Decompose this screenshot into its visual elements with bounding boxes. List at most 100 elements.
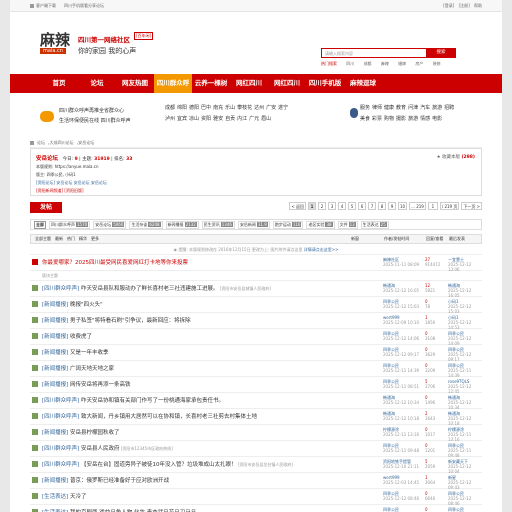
nav-item-forum[interactable]: 论坛	[78, 74, 116, 93]
category-tab[interactable]: 生活表达 25	[360, 220, 389, 229]
city-link[interactable]: 美食	[360, 116, 370, 122]
page-link[interactable]: 1	[308, 202, 317, 210]
page-link[interactable]: 7	[368, 202, 377, 210]
mobile-link[interactable]: 四川手机版看分享论坛	[64, 3, 104, 9]
page-link[interactable]: ... 219	[409, 202, 426, 210]
city-link[interactable]: 南充	[213, 105, 223, 111]
city-link[interactable]: 凉山	[189, 116, 199, 122]
city-link[interactable]: 绵阳	[177, 105, 187, 111]
thread-category[interactable]: [新闻播报]	[42, 478, 68, 484]
nav-item-influencer[interactable]: 网红四川	[230, 74, 268, 93]
voice-promo[interactable]: 四川群众呼声再推全省群众心 生活环保便民在线 四川群众呼声	[40, 106, 131, 126]
hot-link[interactable]: 四川	[346, 61, 354, 66]
nav-item-photos[interactable]: 网友热图	[116, 74, 154, 93]
breadcrumb-item[interactable]: 安岳论坛	[78, 140, 94, 146]
city-link[interactable]: 电影	[432, 116, 442, 122]
thread-category[interactable]: [四川群众呼声]	[42, 414, 79, 420]
hot-link[interactable]: 麻辣	[381, 61, 389, 66]
city-link[interactable]: 招聘	[444, 105, 454, 111]
city-link[interactable]: 巴中	[201, 105, 211, 111]
city-link[interactable]: 眉山	[261, 116, 271, 122]
city-link[interactable]: 问津	[408, 105, 418, 111]
city-link[interactable]: 汽车	[420, 105, 430, 111]
page-link[interactable]: 3	[328, 202, 337, 210]
thread-category[interactable]: [新闻播报]	[42, 366, 68, 372]
thread-title[interactable]: 【安岳在台】固道旁异子被徒10年没入管？垃圾堆成山太扎眼！	[79, 462, 237, 468]
city-link[interactable]: 健康	[384, 105, 394, 111]
home-icon[interactable]	[30, 141, 34, 145]
thread-row[interactable]: [新闻播报] 晚报"四火头" 四季公民 2025-12-12 15:03 0 78 小码1…	[30, 297, 482, 314]
hot-link[interactable]: 装修	[433, 61, 441, 66]
city-link[interactable]: 攀枝花	[237, 105, 252, 111]
thread-row[interactable]: [新闻播报] 男子私签"将特看石刷"引争议，最新回应：将拆除 wert999 202…	[30, 313, 482, 330]
city-link[interactable]: 宜宾	[177, 116, 187, 122]
thread-row[interactable]: [新闻播报] 普京：俄罗斯已经准备好于应对欧洲开战 wert999 2025-12-…	[30, 473, 482, 490]
category-tab[interactable]: 老区实验 38	[306, 220, 335, 229]
filter-digest[interactable]: 精华	[79, 236, 87, 242]
register-link[interactable]: [注册]	[459, 3, 470, 8]
category-tab[interactable]: 新闻播报 2132	[165, 220, 199, 229]
city-link[interactable]: 彩票	[372, 116, 382, 122]
hot-link[interactable]: 热门搜索	[321, 61, 337, 66]
thread-row[interactable]: [新闻播报] 网传安岳将再添一条高铁 四季公民 2025-12-11 08:51 5 3…	[30, 377, 482, 394]
city-link[interactable]: 德阳	[189, 105, 199, 111]
city-link[interactable]: 广元	[249, 116, 259, 122]
nav-item-tree[interactable]: 云养一棵树	[192, 74, 230, 93]
thread-category[interactable]: [四川群众呼声]	[42, 462, 79, 468]
thread-row[interactable]: [生活表达] 我的京剧两 戏曲旦角人物 化妆 青衣武旦花旦刀马旦 四季公民2025…	[30, 505, 482, 512]
city-link[interactable]: 内江	[237, 116, 247, 122]
city-link[interactable]: 资阳	[201, 116, 211, 122]
filter-more[interactable]: 更多	[91, 236, 99, 242]
hot-link[interactable]: 婚嫁	[398, 61, 406, 66]
category-tab[interactable]: 民生资讯 1346	[201, 220, 235, 229]
thread-row[interactable]: [新闻播报] 收费虎了 四季公民 2025-12-12 14:06 0 3108 四季公民…	[30, 329, 482, 346]
new-window-toggle[interactable]: 新窗	[351, 236, 359, 242]
login-link[interactable]: [登录]	[443, 3, 454, 8]
city-link[interactable]: 教育	[396, 105, 406, 111]
favorite-button[interactable]: ★ 收藏本版 (298)	[437, 154, 475, 160]
thread-category[interactable]: [新闻播报]	[42, 302, 68, 308]
thread-title[interactable]: 男子私签"将特看石刷"引争议，最新回应：将拆除	[68, 318, 191, 324]
thread-row[interactable]: [四川群众呼声] 咋天安岳县队和服动办了鲜长喜村老三社违建施工进展。 [资阳市安…	[30, 281, 482, 298]
category-tab[interactable]: 四川群众呼声 1570	[49, 220, 91, 229]
city-link[interactable]: 雅安	[213, 116, 223, 122]
category-tab[interactable]: 文件 13	[337, 220, 358, 229]
nav-item-mobile[interactable]: 四川手机版	[306, 74, 344, 93]
category-tab[interactable]: 生活杂谈 6208	[129, 220, 163, 229]
city-link[interactable]: 泸州	[165, 116, 175, 122]
hot-link[interactable]: 成都	[364, 61, 372, 66]
thread-category[interactable]: [新闻播报]	[42, 382, 68, 388]
thread-category[interactable]: [四川群众呼声]	[42, 446, 79, 452]
city-link[interactable]: 达州	[254, 105, 264, 111]
thread-row[interactable]: [新闻播报] 又是一年丰收季 四季公民 2025-12-12 09:17 0 3629 四…	[30, 345, 482, 362]
search-input[interactable]: 请输入搜索内容	[321, 48, 426, 58]
nav-item-voice[interactable]: 四川群众呼声	[154, 74, 192, 106]
thread-category[interactable]: [新闻播报]	[42, 318, 68, 324]
city-link[interactable]: 广安	[266, 105, 276, 111]
page-link[interactable]: 5	[348, 202, 357, 210]
city-link[interactable]: 遂宁	[278, 105, 288, 111]
prev-page-button[interactable]: < 返回	[289, 202, 307, 210]
page-link[interactable]: 8	[378, 202, 387, 210]
category-tab[interactable]: 全部	[34, 220, 46, 229]
thread-title[interactable]: 网传安岳将再添一条高铁	[68, 382, 131, 388]
thread-title[interactable]: 天冷了	[68, 494, 87, 500]
category-tab[interactable]: 跑步运动 116	[272, 220, 304, 229]
city-link[interactable]: 旅游	[408, 116, 418, 122]
thread-row[interactable]: [新闻播报] 广阔天地天地之家 四季公民 2025-12-11 14:39 0 3209…	[30, 361, 482, 378]
city-link[interactable]: 律师	[372, 105, 382, 111]
thread-row[interactable]: [生活表达] 天冷了 四季公民 2025-12-12 08:46 0 6646 四季公民 2…	[30, 489, 482, 506]
thread-title[interactable]: 咋天安岳协和镇有关部门作写了一份桃通海家承包责任书。	[79, 398, 224, 404]
city-link[interactable]: 旅游	[432, 105, 442, 111]
thread-title[interactable]: 致大新闻，丹乡镇用大居然可以在协和镇，长喜村老三社剪去村集体土地	[79, 414, 257, 420]
city-link[interactable]: 购物	[384, 116, 394, 122]
client-download-link[interactable]: 客户端下载	[30, 3, 56, 9]
thread-title[interactable]: 安岳县柠檬园秋收了	[68, 430, 120, 436]
thread-category[interactable]: [新闻播报]	[42, 430, 68, 436]
site-logo[interactable]: 麻辣 mala.cn	[40, 32, 70, 54]
next-page-button[interactable]: 下一页 >	[461, 202, 482, 210]
thread-category[interactable]: [生活表达]	[42, 494, 68, 500]
thread-category[interactable]: [四川群众呼声]	[42, 286, 79, 292]
thread-category[interactable]: [新闻播报]	[42, 334, 68, 340]
thread-title[interactable]: 你最爱哪家？2025四川最受网民喜爱网红打卡地等你来投票	[42, 260, 188, 266]
